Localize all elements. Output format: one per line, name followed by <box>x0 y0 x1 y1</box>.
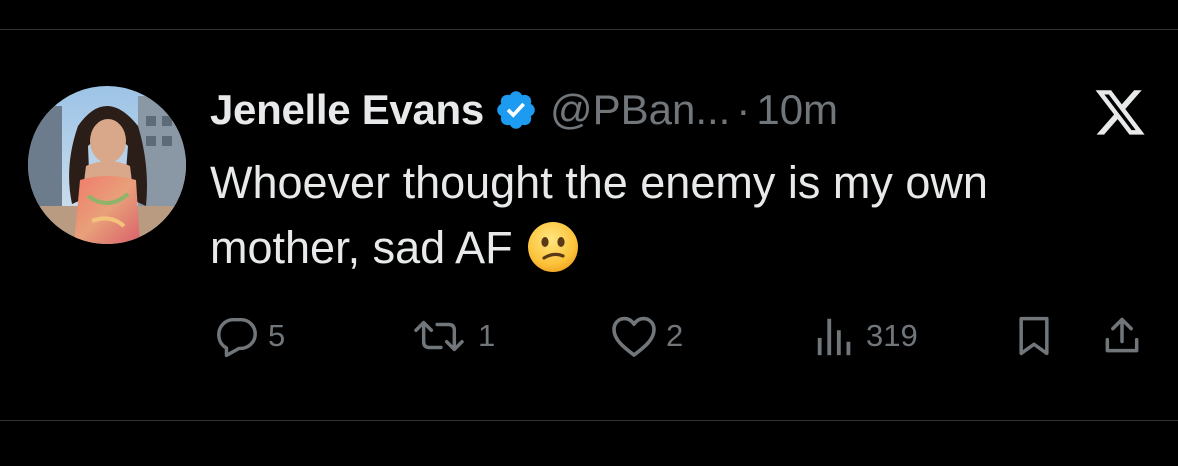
share-button[interactable] <box>1100 308 1144 364</box>
views-chart-icon <box>817 318 851 356</box>
avatar[interactable] <box>28 86 186 244</box>
top-divider <box>0 29 1178 30</box>
repost-count: 1 <box>478 318 496 353</box>
share-icon <box>1105 317 1139 353</box>
repost-icon <box>414 320 464 352</box>
reply-button[interactable]: 5 <box>214 308 285 364</box>
tweet-header: Jenelle Evans @PBan... · 10m <box>210 82 838 138</box>
views-button[interactable]: 319 <box>812 308 918 364</box>
tweet-text-line: Whoever thought the enemy is my own <box>210 157 988 208</box>
header-separator: · <box>736 86 751 133</box>
tweet-text: Whoever thought the enemy is my own moth… <box>210 150 1160 280</box>
tweet-text-line-content: mother, sad AF <box>210 222 513 273</box>
tweet-timestamp[interactable]: 10m <box>756 86 838 134</box>
reply-icon <box>217 317 257 358</box>
heart-icon <box>612 316 656 357</box>
tweet-actions-bar: 5 1 2 319 <box>0 308 1178 364</box>
author-handle[interactable]: @PBan... <box>550 86 730 134</box>
bookmark-icon <box>1019 316 1049 356</box>
bottom-divider <box>0 420 1178 421</box>
x-logo-icon <box>1092 88 1148 138</box>
author-display-name[interactable]: Jenelle Evans <box>210 86 484 134</box>
reply-count: 5 <box>268 318 286 353</box>
verified-badge-icon[interactable] <box>494 88 538 132</box>
like-count: 2 <box>666 318 684 353</box>
avatar-image <box>28 86 186 244</box>
repost-button[interactable]: 1 <box>408 308 495 364</box>
confused-face-emoji-icon <box>527 221 579 273</box>
tweet-text-line: mother, sad AF <box>210 215 1160 280</box>
like-button[interactable]: 2 <box>610 308 683 364</box>
bookmark-button[interactable] <box>1012 308 1056 364</box>
views-count: 319 <box>866 318 918 353</box>
